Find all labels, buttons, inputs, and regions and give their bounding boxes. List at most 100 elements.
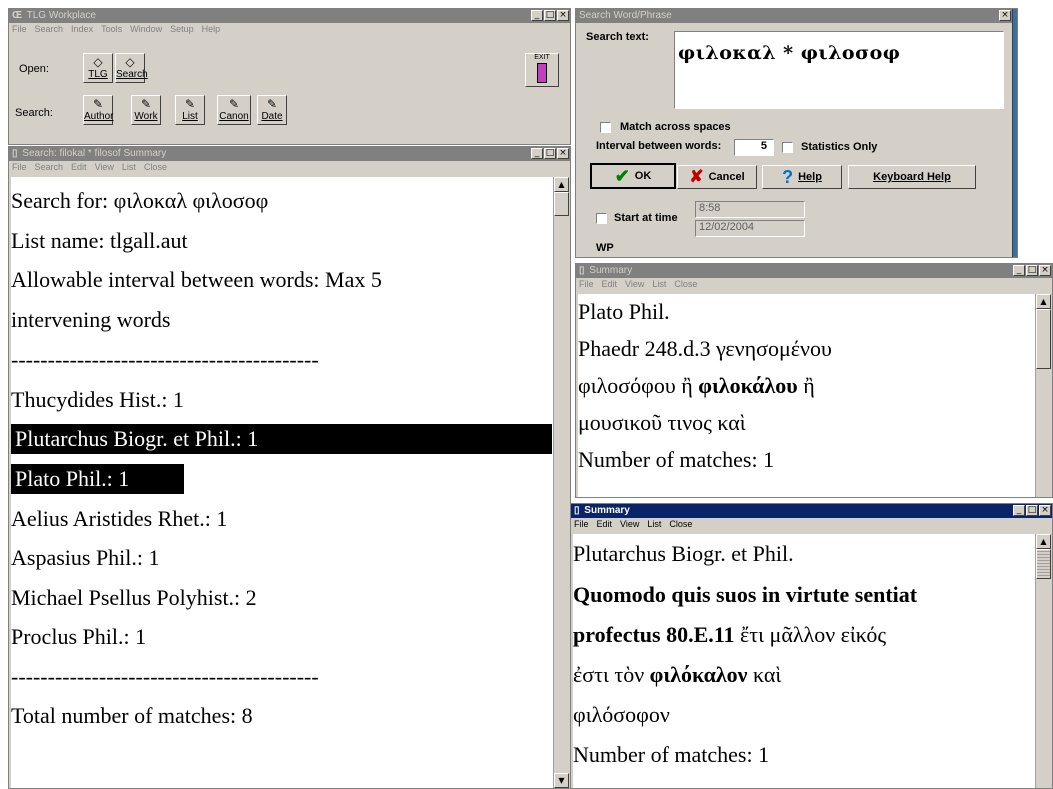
workplace-title: TLG Workplace [26, 10, 96, 21]
vertical-scrollbar[interactable]: ▲ [1035, 294, 1051, 497]
search-date-button[interactable]: ✎ Date [257, 95, 287, 125]
close-button[interactable]: × [999, 10, 1011, 21]
author-item-aspasius[interactable]: Aspasius Phil.: 1 [11, 543, 160, 573]
text-segment: Plato Phil. [578, 299, 670, 324]
menu-view[interactable]: View [620, 518, 639, 531]
menu-index[interactable]: Index [71, 23, 93, 36]
maximize-button[interactable]: □ [544, 148, 556, 159]
menu-close[interactable]: Close [144, 161, 167, 174]
text-line: ἐστι τὸν φιλόκαλον καὶ [573, 660, 781, 690]
search-summary-titlebar[interactable]: ▯ Search: filokal * filosof Summary _ □ … [9, 147, 570, 161]
open-tlg-button[interactable]: ◇ TLG [83, 53, 113, 83]
scroll-thumb[interactable] [1036, 309, 1051, 369]
close-button[interactable]: × [557, 148, 569, 159]
menu-edit[interactable]: Edit [602, 278, 618, 291]
citation-line: Phaedr 248.d.3 γενησομένου [578, 334, 832, 364]
exit-button[interactable]: EXIT [525, 53, 559, 87]
search-work-button[interactable]: ✎ Work [131, 95, 161, 125]
text-segment: καὶ [747, 662, 782, 687]
menu-close[interactable]: Close [674, 278, 697, 291]
menu-edit[interactable]: Edit [597, 518, 613, 531]
author-item-plato[interactable]: Plato Phil.: 1 [11, 464, 184, 494]
scroll-up-arrow[interactable]: ▲ [1036, 294, 1051, 309]
stats-only-checkbox[interactable] [782, 142, 793, 153]
maximize-button[interactable]: □ [1026, 265, 1038, 276]
search-text-input[interactable]: φιλοκαλ * φιλοσοφ [674, 31, 1004, 109]
author-item-plutarchus[interactable]: Plutarchus Biogr. et Phil.: 1 [11, 424, 552, 454]
minimize-button[interactable]: _ [1013, 265, 1025, 276]
cancel-button[interactable]: ✘ Cancel [677, 165, 757, 189]
menu-help[interactable]: Help [202, 23, 221, 36]
keyboard-help-button[interactable]: Keyboard Help [848, 165, 976, 189]
scroll-down-arrow[interactable]: ▼ [554, 773, 569, 788]
maximize-button[interactable]: □ [544, 10, 556, 21]
question-icon: ? [782, 166, 794, 187]
summary-plutarch-titlebar[interactable]: ▯ Summary _ □ × [571, 504, 1052, 518]
time-input[interactable]: 8:58 [695, 201, 805, 218]
dialog-title: Search Word/Phrase [579, 10, 672, 21]
workplace-menubar: File Search Index Tools Window Setup Hel… [9, 23, 570, 36]
minimize-button[interactable]: _ [531, 10, 543, 21]
menu-list[interactable]: List [652, 278, 666, 291]
vertical-scrollbar[interactable]: ▲ [1035, 534, 1051, 788]
book-icon: ▯ [579, 265, 585, 276]
wp-label: WP [596, 242, 614, 254]
close-button[interactable]: × [1039, 265, 1051, 276]
cancel-x-icon: ✘ [689, 167, 704, 186]
author-item-aelius[interactable]: Aelius Aristides Rhet.: 1 [11, 504, 227, 534]
text-segment: φιλόσοφον [573, 702, 670, 727]
scroll-up-arrow[interactable]: ▲ [554, 177, 569, 192]
menu-file[interactable]: File [579, 278, 594, 291]
author-line: Plato Phil. [578, 297, 670, 327]
flashlight-icon: ✎ [184, 97, 196, 111]
menu-window[interactable]: Window [130, 23, 162, 36]
vertical-scrollbar[interactable]: ▲ ▼ [553, 177, 569, 788]
search-text-value: φιλοκαλ * φιλοσοφ [678, 42, 901, 64]
search-list-button[interactable]: ✎ List [175, 95, 205, 125]
date-input[interactable]: 12/02/2004 [695, 220, 805, 237]
match-count-line: Number of matches: 1 [573, 740, 769, 770]
interval-input[interactable]: 5 [734, 139, 774, 156]
menu-search[interactable]: Search [35, 23, 64, 36]
search-author-button[interactable]: ✎ Author [83, 95, 113, 125]
menu-view[interactable]: View [95, 161, 114, 174]
maximize-button[interactable]: □ [1026, 505, 1038, 516]
author-item-thucydides[interactable]: Thucydides Hist.: 1 [11, 385, 184, 415]
exit-label: EXIT [534, 54, 550, 61]
help-button[interactable]: ? Help [762, 165, 842, 189]
close-button[interactable]: × [557, 10, 569, 21]
summary-plato-titlebar[interactable]: ▯ Summary _ □ × [576, 264, 1052, 278]
menu-list[interactable]: List [122, 161, 136, 174]
author-item-psellus[interactable]: Michael Psellus Polyhist.: 2 [11, 583, 257, 613]
divider-line: ----------------------------------------… [11, 664, 319, 689]
workplace-titlebar[interactable]: Œ TLG Workplace _ □ × [9, 9, 570, 23]
menu-file[interactable]: File [12, 23, 27, 36]
search-canon-button[interactable]: ✎ Canon [217, 95, 251, 125]
match-across-checkbox[interactable] [600, 122, 611, 133]
dialog-titlebar[interactable]: Search Word/Phrase × [576, 9, 1012, 23]
menu-setup[interactable]: Setup [170, 23, 194, 36]
menu-close[interactable]: Close [669, 518, 692, 531]
scroll-thumb[interactable] [1036, 549, 1051, 579]
list-name-line: List name: tlgall.aut [11, 228, 188, 253]
author-item-proclus[interactable]: Proclus Phil.: 1 [11, 622, 146, 652]
menu-edit[interactable]: Edit [71, 161, 87, 174]
ok-button[interactable]: ✔ OK [590, 163, 676, 189]
menu-tools[interactable]: Tools [101, 23, 122, 36]
start-at-time-checkbox[interactable] [596, 213, 607, 224]
flashlight-icon: ✎ [140, 97, 152, 111]
menu-file[interactable]: File [12, 161, 27, 174]
bold-text-segment: φιλόκαλον [649, 662, 748, 687]
menu-file[interactable]: File [574, 518, 589, 531]
close-button[interactable]: × [1039, 505, 1051, 516]
work-title-line: Quomodo quis suos in virtute sentiat [573, 580, 917, 610]
menu-view[interactable]: View [625, 278, 644, 291]
menu-search[interactable]: Search [35, 161, 64, 174]
minimize-button[interactable]: _ [531, 148, 543, 159]
open-search-button[interactable]: ◇ Search [115, 53, 148, 83]
text-segment: Number of matches: 1 [573, 742, 770, 767]
scroll-thumb[interactable] [554, 192, 569, 216]
scroll-up-arrow[interactable]: ▲ [1036, 534, 1051, 549]
menu-list[interactable]: List [647, 518, 661, 531]
minimize-button[interactable]: _ [1013, 505, 1025, 516]
